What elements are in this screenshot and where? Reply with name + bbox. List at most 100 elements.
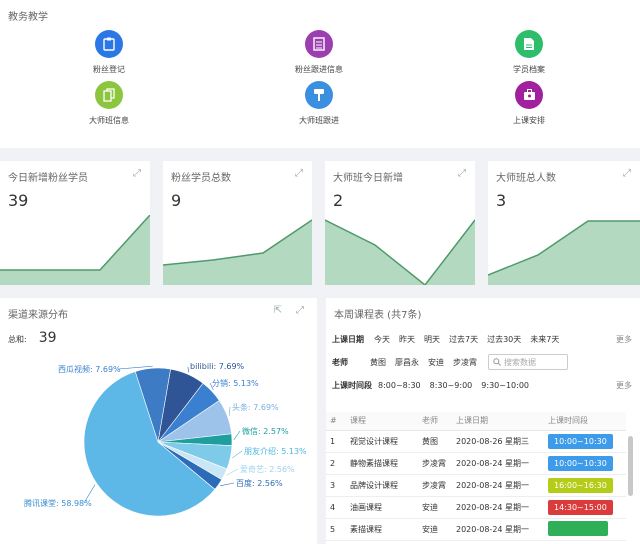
cell-teacher: 黄图 bbox=[418, 430, 452, 453]
cell-date: 2020-08-24 星期一 bbox=[452, 452, 544, 475]
teacher-option-bulingxiao[interactable]: 步凌霄 bbox=[453, 357, 477, 368]
stat-card-master-total: 大师班总人数 ⤢ 3 bbox=[488, 161, 640, 285]
date-option-tomorrow[interactable]: 明天 bbox=[424, 334, 440, 345]
stat-card-today-fans: 今日新增粉丝学员 ⤢ 39 bbox=[0, 161, 150, 285]
time-more-link[interactable]: 更多 bbox=[616, 380, 632, 391]
search-icon bbox=[493, 358, 501, 366]
date-more-link[interactable]: 更多 bbox=[616, 334, 632, 345]
schedule-title: 本周课程表 (共7条) bbox=[334, 310, 422, 321]
pie-leader-line bbox=[229, 406, 231, 416]
quick-action-class-schedule[interactable]: 上课安排 bbox=[474, 81, 584, 126]
cell-course: 油画课程 bbox=[346, 496, 418, 519]
time-filter-label: 上课时间段 bbox=[332, 381, 372, 390]
expand-icon[interactable]: ⤢ bbox=[294, 169, 304, 179]
stat-card-master-today: 大师班今日新增 ⤢ 2 bbox=[325, 161, 475, 285]
cell-no: 4 bbox=[326, 496, 346, 519]
cell-time: 10:00~10:30 bbox=[544, 452, 626, 475]
date-option-past30[interactable]: 过去30天 bbox=[487, 334, 521, 345]
quick-actions-panel: 教务教学 粉丝登记 粉丝跟进信息 学员档案 大师班信息 大师班跟进 上课安排 bbox=[0, 0, 640, 148]
trend-sparkline bbox=[0, 215, 150, 285]
table-row[interactable]: 3 品牌设计课程 步凌霄 2020-08-24 星期一 16:00~16:30 bbox=[326, 474, 626, 497]
col-header-time: 上课时间段 bbox=[544, 412, 626, 431]
search-placeholder: 搜索数据 bbox=[504, 357, 536, 367]
cell-no: 3 bbox=[326, 474, 346, 497]
quick-action-label: 学员档案 bbox=[513, 65, 545, 74]
stat-value: 9 bbox=[171, 191, 182, 210]
stat-card-total-fans: 粉丝学员总数 ⤢ 9 bbox=[163, 161, 312, 285]
time-tag: 14:30~15:00 bbox=[548, 499, 613, 515]
date-option-today[interactable]: 今天 bbox=[374, 334, 390, 345]
pie-label-微信: 微信: 2.57% bbox=[242, 427, 289, 436]
pie-label-爱奇艺: 爱奇艺: 2.56% bbox=[240, 465, 295, 474]
stat-value: 2 bbox=[333, 191, 344, 210]
stat-value: 39 bbox=[8, 191, 29, 210]
time-tag: 10:00~10:30 bbox=[548, 433, 613, 449]
pie-label-西瓜视频: 西瓜视频: 7.69% bbox=[58, 365, 121, 374]
expand-icon[interactable]: ⤢ bbox=[622, 169, 632, 179]
cell-time: 10:00~10:30 bbox=[544, 430, 626, 453]
date-option-next7[interactable]: 未来7天 bbox=[530, 334, 559, 345]
table-row[interactable]: 1 视觉设计课程 黄图 2020-08-26 星期三 10:00~10:30 bbox=[326, 430, 626, 453]
cell-course: 素描课程 bbox=[346, 518, 418, 541]
pie-leader-line bbox=[232, 450, 243, 459]
teacher-option-liaochangyong[interactable]: 廖昌永 bbox=[395, 357, 419, 368]
date-option-yesterday[interactable]: 昨天 bbox=[399, 334, 415, 345]
time-option-1[interactable]: 8:00~8:30 bbox=[378, 381, 421, 390]
table-scrollbar[interactable] bbox=[628, 436, 633, 496]
cell-time: 16:00~16:30 bbox=[544, 474, 626, 497]
stat-title: 大师班总人数 bbox=[496, 173, 556, 184]
teacher-filter-row: 老师 黄图 廖昌永 安迪 步凌霄 搜索数据 bbox=[332, 354, 568, 370]
col-header-date: 上课日期 bbox=[452, 412, 544, 431]
quick-action-student-archive[interactable]: 学员档案 bbox=[474, 30, 584, 75]
table-header-row: # 课程 老师 上课日期 上课时间段 bbox=[326, 412, 626, 431]
cell-no: 2 bbox=[326, 452, 346, 475]
quick-action-master-info[interactable]: 大师班信息 bbox=[54, 81, 164, 126]
quick-action-fan-followup[interactable]: 粉丝跟进信息 bbox=[264, 30, 374, 75]
stat-title: 粉丝学员总数 bbox=[171, 173, 231, 184]
time-option-2[interactable]: 8:30~9:00 bbox=[430, 381, 473, 390]
cell-date: 2020-08-24 星期一 bbox=[452, 496, 544, 519]
time-option-3[interactable]: 9:30~10:00 bbox=[481, 381, 529, 390]
briefcase-icon bbox=[515, 81, 543, 109]
schedule-table: # 课程 老师 上课日期 上课时间段 1 视觉设计课程 黄图 2020-08-2… bbox=[326, 412, 626, 541]
teacher-filter-label: 老师 bbox=[332, 357, 348, 367]
cell-course: 品牌设计课程 bbox=[346, 474, 418, 497]
trend-sparkline bbox=[163, 219, 312, 285]
quick-action-label: 大师班信息 bbox=[89, 116, 129, 125]
quick-action-label: 粉丝登记 bbox=[93, 65, 125, 74]
expand-icon[interactable]: ⤢ bbox=[457, 169, 467, 179]
trend-sparkline bbox=[488, 220, 640, 285]
pie-leader-line bbox=[220, 482, 235, 487]
table-row[interactable]: 2 静物素描课程 步凌霄 2020-08-24 星期一 10:00~10:30 bbox=[326, 452, 626, 475]
cell-teacher: 安迪 bbox=[418, 518, 452, 541]
pie-label-腾讯课堂: 腾讯课堂: 58.98% bbox=[24, 499, 92, 508]
expand-icon[interactable]: ⤢ bbox=[132, 169, 142, 179]
trend-sparkline bbox=[325, 219, 475, 285]
time-filter-row: 上课时间段 8:00~8:30 8:30~9:00 9:30~10:00 bbox=[332, 380, 538, 391]
time-tag: 16:00~16:30 bbox=[548, 477, 613, 493]
channel-panel: 渠道来源分布 ⇱ ⤢ 总和: 39 bilibili: 7.69% 分销: 5.1… bbox=[0, 298, 317, 544]
cell-course: 视觉设计课程 bbox=[346, 430, 418, 453]
stat-title: 大师班今日新增 bbox=[333, 173, 403, 184]
quick-action-master-followup[interactable]: 大师班跟进 bbox=[264, 81, 374, 126]
teacher-option-huangtu[interactable]: 黄图 bbox=[370, 357, 386, 368]
quick-action-label: 大师班跟进 bbox=[299, 116, 339, 125]
table-row[interactable]: 4 油画课程 安迪 2020-08-24 星期一 14:30~15:00 bbox=[326, 496, 626, 519]
pie-leader-line bbox=[226, 468, 239, 476]
table-row[interactable]: 5 素描课程 安迪 2020-08-24 星期一 bbox=[326, 518, 626, 541]
time-tag: 10:00~10:30 bbox=[548, 455, 613, 471]
cell-time bbox=[544, 518, 626, 541]
list-icon bbox=[305, 30, 333, 58]
cell-teacher: 步凌霄 bbox=[418, 474, 452, 497]
time-tag bbox=[548, 520, 608, 536]
clipboard-icon bbox=[95, 30, 123, 58]
teacher-option-andi[interactable]: 安迪 bbox=[428, 357, 444, 368]
quick-action-fan-register[interactable]: 粉丝登记 bbox=[54, 30, 164, 75]
date-option-past7[interactable]: 过去7天 bbox=[449, 334, 478, 345]
cell-date: 2020-08-24 星期一 bbox=[452, 474, 544, 497]
brush-icon bbox=[305, 81, 333, 109]
cell-time: 14:30~15:00 bbox=[544, 496, 626, 519]
search-input[interactable]: 搜索数据 bbox=[488, 354, 568, 370]
document-icon bbox=[515, 30, 543, 58]
col-header-no: # bbox=[326, 412, 346, 431]
